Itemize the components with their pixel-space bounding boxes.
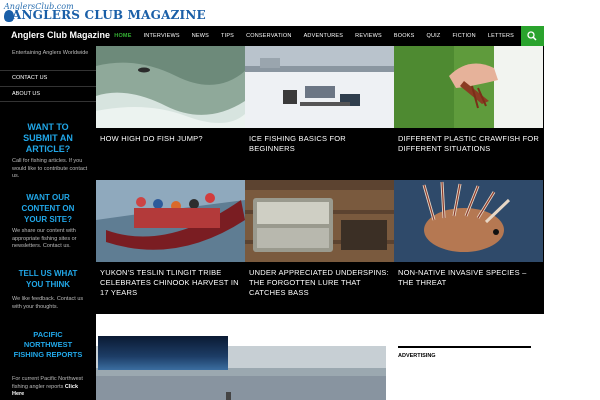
- lower-content: ADVERTISING: [96, 314, 544, 400]
- nav-interviews[interactable]: INTERVIEWS: [138, 26, 186, 46]
- nav-home[interactable]: HOME: [108, 26, 137, 46]
- article-card[interactable]: UNDER APPRECIATED UNDERSPINS: THE FORGOT…: [245, 180, 394, 314]
- search-button[interactable]: [521, 26, 544, 46]
- submit-article-heading: WANT TO SUBMIT AN ARTICLE?: [23, 122, 73, 154]
- feedback-text: We like feedback. Contact us with your t…: [12, 296, 84, 310]
- nav-letters[interactable]: LETTERS: [482, 26, 520, 46]
- nav-adventures[interactable]: ADVENTURES: [298, 26, 350, 46]
- submit-article-text: Call for fishing articles. If you would …: [12, 158, 88, 179]
- article-title[interactable]: NON-NATIVE INVASIVE SPECIES – THE THREAT: [398, 268, 539, 288]
- nav-tips[interactable]: TIPS: [215, 26, 240, 46]
- article-grid: HOW HIGH DO FISH JUMP? ICE FISHING BASIC…: [96, 46, 544, 314]
- search-icon: [527, 31, 537, 41]
- sidebar: Entertaining Anglers Worldwide CONTACT U…: [0, 46, 96, 400]
- article-image-tacklebox[interactable]: [245, 180, 394, 262]
- article-title[interactable]: YUKON'S TESLIN TLINGIT TRIBE CELEBRATES …: [100, 268, 241, 298]
- article-image-canoe[interactable]: [96, 180, 245, 262]
- article-title[interactable]: HOW HIGH DO FISH JUMP?: [100, 134, 241, 144]
- nav-news[interactable]: NEWS: [186, 26, 215, 46]
- right-gutter: [544, 0, 600, 400]
- top-navbar: Anglers Club Magazine HOME INTERVIEWS NE…: [0, 26, 544, 46]
- article-card[interactable]: HOW HIGH DO FISH JUMP?: [96, 46, 245, 180]
- feedback-heading: TELL US WHAT YOU THINK: [18, 269, 78, 289]
- article-card[interactable]: ICE FISHING BASICS FOR BEGINNERS: [245, 46, 394, 180]
- article-card[interactable]: NON-NATIVE INVASIVE SPECIES – THE THREAT: [394, 180, 543, 314]
- advertisement-image[interactable]: [98, 336, 228, 370]
- nav-reviews[interactable]: REVIEWS: [349, 26, 388, 46]
- article-image-fish-jump[interactable]: [96, 46, 245, 128]
- logo-bar: AnglersClub.com ANGLERS CLUB MAGAZINE: [0, 0, 600, 26]
- fishing-reports-heading: PACIFIC NORTHWEST FISHING REPORTS: [13, 330, 83, 359]
- article-image-crawfish[interactable]: [394, 46, 543, 128]
- nav-conservation[interactable]: CONSERVATION: [240, 26, 298, 46]
- site-tagline: Entertaining Anglers Worldwide: [12, 50, 89, 56]
- article-card[interactable]: YUKON'S TESLIN TLINGIT TRIBE CELEBRATES …: [96, 180, 245, 314]
- share-content-heading: WANT OUR CONTENT ON YOUR SITE?: [21, 193, 75, 224]
- site-logo[interactable]: AnglersClub.com ANGLERS CLUB MAGAZINE: [2, 2, 206, 24]
- article-title[interactable]: UNDER APPRECIATED UNDERSPINS: THE FORGOT…: [249, 268, 390, 298]
- main-nav: HOME INTERVIEWS NEWS TIPS CONSERVATION A…: [108, 26, 520, 46]
- article-card[interactable]: DIFFERENT PLASTIC CRAWFISH FOR DIFFERENT…: [394, 46, 543, 180]
- nav-books[interactable]: BOOKS: [388, 26, 421, 46]
- nav-quiz[interactable]: QUIZ: [420, 26, 446, 46]
- article-image-ice-fishing[interactable]: [245, 46, 394, 128]
- advertising-widget: ADVERTISING: [398, 346, 531, 359]
- advertising-label: ADVERTISING: [398, 353, 436, 359]
- sidebar-item-contact[interactable]: CONTACT US: [0, 70, 96, 86]
- logo-title: ANGLERS CLUB MAGAZINE: [12, 8, 206, 22]
- article-image-lionfish[interactable]: [394, 180, 543, 262]
- article-title[interactable]: DIFFERENT PLASTIC CRAWFISH FOR DIFFERENT…: [398, 134, 539, 154]
- site-title[interactable]: Anglers Club Magazine: [11, 30, 110, 40]
- sidebar-item-about[interactable]: ABOUT US: [0, 86, 96, 102]
- fishing-reports-text: For current Pacific Northwest fishing an…: [12, 376, 88, 399]
- article-title[interactable]: ICE FISHING BASICS FOR BEGINNERS: [249, 134, 390, 154]
- nav-fiction[interactable]: FICTION: [446, 26, 481, 46]
- share-content-text: We share our content with appropriate fi…: [12, 228, 77, 249]
